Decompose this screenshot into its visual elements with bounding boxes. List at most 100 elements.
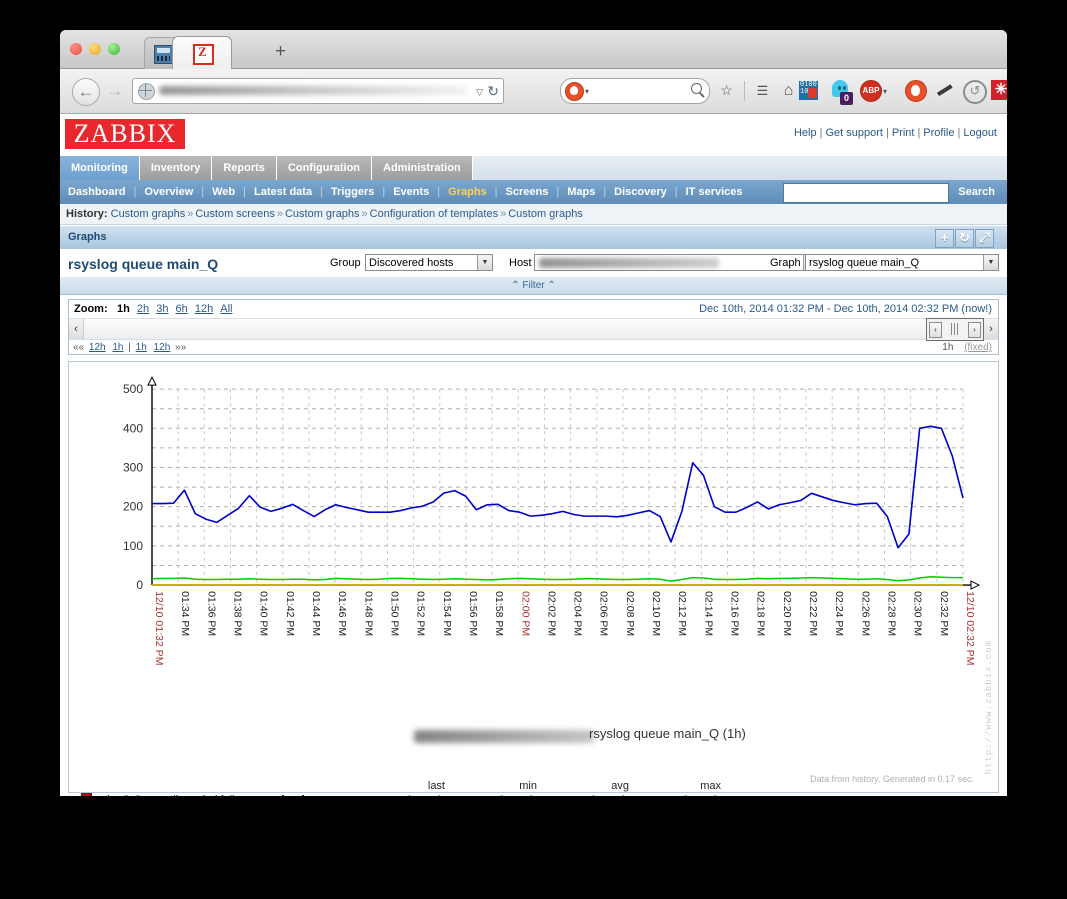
breadcrumb-item-3[interactable]: Configuration of templates <box>370 208 498 220</box>
submenu-graphs[interactable]: Graphs <box>440 180 495 204</box>
graph-name-heading: rsyslog queue main_Q <box>68 256 219 272</box>
get-support-link[interactable]: Get support <box>825 127 882 139</box>
session-restore-icon[interactable]: ↺ <box>963 80 987 104</box>
zoom-all[interactable]: All <box>218 303 234 315</box>
submenu-latest-data[interactable]: Latest data <box>246 180 320 204</box>
chevron-down-icon[interactable]: ▽ <box>476 87 483 98</box>
logout-link[interactable]: Logout <box>963 127 997 139</box>
zoom-1h[interactable]: 1h <box>115 303 132 315</box>
home-icon[interactable]: ⌂ <box>778 80 799 101</box>
fixed-toggle[interactable]: (fixed) <box>956 342 992 353</box>
browser-tab-zabbix[interactable]: Z <box>172 36 232 70</box>
nav-next-1h[interactable]: 1h <box>134 342 149 353</box>
search-input[interactable] <box>783 183 950 203</box>
pencil-addon-icon[interactable] <box>934 82 954 99</box>
date-range[interactable]: Dec 10th, 2014 01:32 PM - Dec 10th, 2014… <box>699 301 992 317</box>
window-minimize-button[interactable] <box>89 43 101 55</box>
legend-avg: 0 msg/s <box>537 793 629 797</box>
forward-button[interactable]: → <box>102 78 128 104</box>
menu-reports[interactable]: Reports <box>212 156 277 180</box>
window-zoom-button[interactable] <box>108 43 120 55</box>
svg-text:02:14 PM: 02:14 PM <box>702 591 714 636</box>
breadcrumb-item-4[interactable]: Custom graphs <box>508 208 583 220</box>
add-icon[interactable]: + <box>935 229 954 248</box>
panel-header: Graphs + ↻ ⤢ <box>60 226 1007 250</box>
zoom-2h[interactable]: 2h <box>135 303 151 315</box>
address-bar[interactable]: ▽ ↻ <box>132 78 504 104</box>
breadcrumb-item-1[interactable]: Custom screens <box>195 208 274 220</box>
binary-addon-icon[interactable]: 0100 1011 <box>799 81 818 100</box>
svg-text:01:34 PM: 01:34 PM <box>179 591 191 636</box>
submenu-web[interactable]: Web <box>204 180 243 204</box>
submenu-it-services[interactable]: IT services <box>678 180 751 204</box>
menu-monitoring[interactable]: Monitoring <box>60 156 140 180</box>
nav-next-all[interactable]: »» <box>175 342 186 353</box>
time-scrollbar[interactable]: ‹ › ‹ › <box>69 318 998 341</box>
profile-link[interactable]: Profile <box>923 127 954 139</box>
submenu-screens[interactable]: Screens <box>498 180 557 204</box>
reload-icon[interactable]: ↻ <box>487 83 499 100</box>
submenu-discovery[interactable]: Discovery <box>606 180 675 204</box>
group-select[interactable]: Discovered hosts ▼ <box>365 254 493 271</box>
chevron-down-icon[interactable]: ▾ <box>585 87 589 96</box>
help-link[interactable]: Help <box>794 127 817 139</box>
back-button[interactable]: ← <box>72 78 100 106</box>
nav-next-12h[interactable]: 12h <box>152 342 173 353</box>
range-to[interactable]: Dec 10th, 2014 02:32 PM (now!) <box>834 303 992 315</box>
breadcrumb-item-0[interactable]: Custom graphs <box>111 208 186 220</box>
svg-text:01:54 PM: 01:54 PM <box>441 591 453 636</box>
refresh-icon[interactable]: ↻ <box>955 229 974 248</box>
submenu-dashboard[interactable]: Dashboard <box>60 180 133 204</box>
chevron-down-icon[interactable]: ▼ <box>477 255 492 270</box>
submenu-overview[interactable]: Overview <box>136 180 201 204</box>
submenu-maps[interactable]: Maps <box>559 180 603 204</box>
reading-list-icon[interactable]: ☰ <box>752 80 773 101</box>
print-link[interactable]: Print <box>892 127 915 139</box>
scroll-left-button[interactable]: ‹ <box>69 319 84 339</box>
svg-text:02:04 PM: 02:04 PM <box>572 591 584 636</box>
zabbix-logo[interactable]: ZABBIX <box>65 119 185 149</box>
legend-item-name: main_Q Queue discarded.full <box>92 794 234 796</box>
menu-inventory[interactable]: Inventory <box>139 156 213 180</box>
zoom-6h[interactable]: 6h <box>174 303 190 315</box>
menu-configuration[interactable]: Configuration <box>276 156 373 180</box>
search-area: Search <box>783 183 1001 203</box>
chevron-down-icon[interactable]: ▾ <box>883 87 887 96</box>
handle-grip-lines[interactable] <box>951 323 960 335</box>
handle-left-grip[interactable]: ‹ <box>929 322 942 338</box>
svg-text:02:18 PM: 02:18 PM <box>755 591 767 636</box>
svg-text:02:16 PM: 02:16 PM <box>729 591 741 636</box>
search-button[interactable]: Search <box>952 183 1001 201</box>
fullscreen-icon[interactable]: ⤢ <box>975 229 994 248</box>
forward-arrow-icon: → <box>106 81 124 100</box>
search-icon[interactable] <box>691 83 702 94</box>
chevron-down-icon[interactable]: ▼ <box>983 255 998 270</box>
nav-prev-all[interactable]: «« <box>73 342 84 353</box>
zoom-options: 1h 2h 3h 6h 12h All <box>115 301 235 317</box>
adblock-plus-icon[interactable]: ABP <box>860 80 882 102</box>
window-close-button[interactable] <box>70 43 82 55</box>
duckduckgo-addon-icon[interactable] <box>905 80 927 102</box>
menu-administration[interactable]: Administration <box>372 156 473 180</box>
handle-right-grip[interactable]: › <box>968 322 981 338</box>
range-from[interactable]: Dec 10th, 2014 01:32 PM <box>699 303 824 315</box>
ghostery-icon[interactable]: 0 <box>830 80 853 105</box>
asterisk-addon-icon[interactable]: ✳ <box>991 80 1007 100</box>
new-tab-button[interactable]: + <box>275 42 286 61</box>
breadcrumb-item-2[interactable]: Custom graphs <box>285 208 360 220</box>
legend-color-swatch <box>81 793 92 796</box>
nav-prev-12h[interactable]: 12h <box>87 342 108 353</box>
submenu-triggers[interactable]: Triggers <box>323 180 382 204</box>
svg-text:01:48 PM: 01:48 PM <box>362 591 374 636</box>
zoom-3h[interactable]: 3h <box>154 303 170 315</box>
filter-toggle[interactable]: ⌃ Filter ⌃ <box>60 277 1007 295</box>
scroll-right-button[interactable]: › <box>983 319 998 339</box>
submenu-events[interactable]: Events <box>385 180 437 204</box>
bookmark-star-icon[interactable]: ☆ <box>716 80 737 101</box>
zoom-12h[interactable]: 12h <box>193 303 215 315</box>
browser-search-field[interactable]: ▾ <box>560 78 710 104</box>
svg-text:02:20 PM: 02:20 PM <box>781 591 793 636</box>
time-range-handle[interactable]: ‹ › <box>926 318 984 341</box>
graph-select[interactable]: rsyslog queue main_Q ▼ <box>805 254 999 271</box>
nav-prev-1h[interactable]: 1h <box>110 342 125 353</box>
